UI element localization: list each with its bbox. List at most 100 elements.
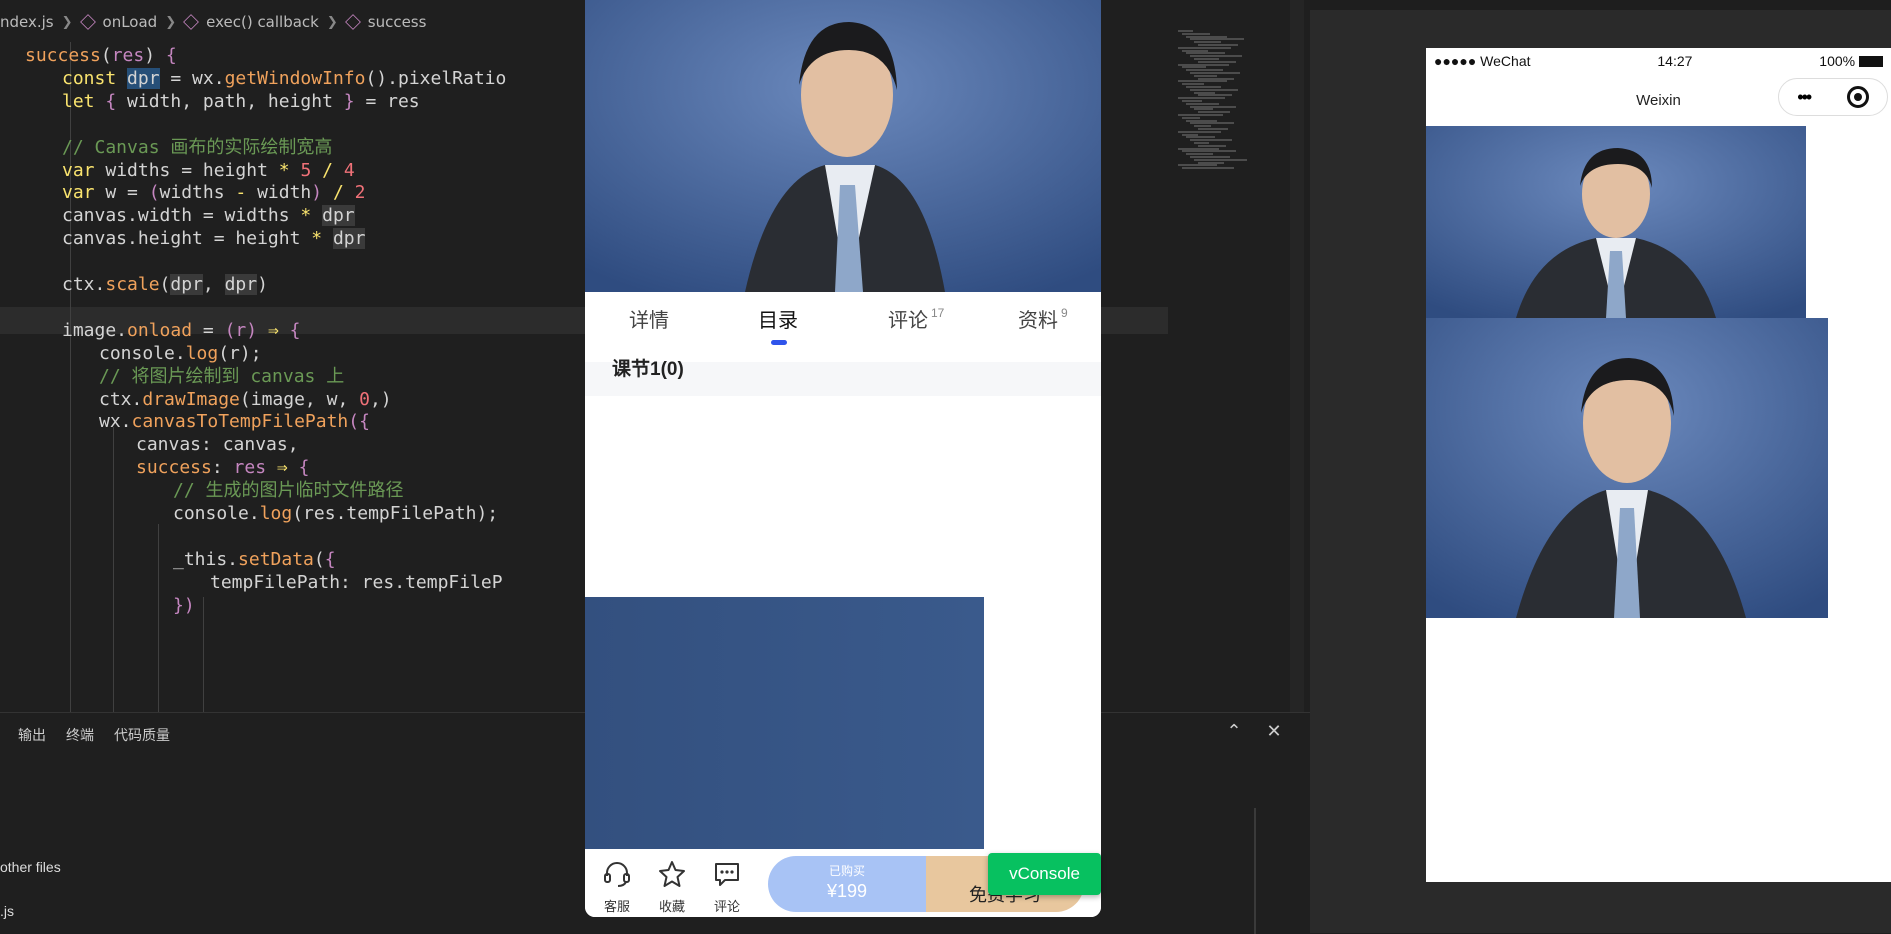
- minimap-line: [1194, 74, 1217, 77]
- minimap-line: [1178, 97, 1225, 100]
- portrait-image: [1426, 126, 1806, 318]
- minimap-line: [1198, 144, 1226, 147]
- purchased-button[interactable]: 已购买 ¥199: [768, 856, 926, 912]
- minimap-line: [1186, 69, 1223, 72]
- battery-text: 100%: [1819, 53, 1883, 69]
- minimap-line: [1186, 52, 1225, 55]
- code-line[interactable]: let { width, path, height } = res: [62, 88, 420, 115]
- minimap-line: [1198, 111, 1230, 114]
- tab-catalog[interactable]: 目录: [758, 304, 798, 333]
- tab-details[interactable]: 详情: [629, 304, 669, 333]
- generated-image: [1426, 318, 1828, 618]
- close-miniprogram-icon[interactable]: [1846, 86, 1869, 108]
- code-line[interactable]: }): [173, 592, 195, 619]
- minimap-line: [1178, 147, 1219, 150]
- status-bar: ●●●●● WeChat 14:27 100%: [1426, 48, 1891, 74]
- chevron-right-icon: ❯: [165, 14, 177, 30]
- minimap-line: [1198, 44, 1238, 46]
- breadcrumb-onload[interactable]: onLoad: [103, 13, 158, 31]
- minimap-line: [1178, 46, 1231, 49]
- code-line[interactable]: ctx.scale(dpr, dpr): [62, 271, 268, 298]
- section-header: 课节1(0): [585, 359, 1101, 396]
- chevron-right-icon: ❯: [326, 14, 338, 30]
- minimap[interactable]: [1170, 30, 1290, 180]
- tab-terminal[interactable]: 终端: [66, 725, 94, 745]
- phone-simulator[interactable]: ●●●●● WeChat 14:27 100% Weixin •••: [1426, 48, 1891, 882]
- minimap-line: [1182, 133, 1198, 136]
- minimap-line: [1198, 161, 1224, 164]
- signal-text: ●●●●● WeChat: [1434, 53, 1531, 69]
- indent-guide: [203, 597, 204, 717]
- close-icon[interactable]: ✕: [1262, 721, 1286, 742]
- favorite-button[interactable]: 收藏: [650, 859, 694, 915]
- service-button[interactable]: 客服: [595, 859, 639, 915]
- purchased-label: 已购买: [828, 864, 865, 878]
- minimap-line: [1190, 38, 1244, 41]
- code-line[interactable]: console.log(res.tempFilePath);: [173, 500, 498, 527]
- minimap-line: [1178, 130, 1221, 133]
- minimap-line: [1182, 49, 1208, 52]
- minimap-line: [1190, 88, 1238, 91]
- more-icon[interactable]: •••: [1797, 87, 1812, 108]
- capsule-menu[interactable]: •••: [1778, 78, 1888, 116]
- comment-icon: [715, 863, 739, 886]
- minimap-line: [1186, 86, 1221, 88]
- method-icon: [344, 14, 361, 30]
- tab-output[interactable]: 输出: [18, 725, 46, 745]
- minimap-line: [1186, 153, 1213, 156]
- price-label: ¥199: [826, 881, 868, 901]
- minimap-line: [1186, 119, 1217, 122]
- code-line[interactable]: canvas.height = height * dpr: [62, 225, 366, 252]
- tab-code-quality[interactable]: 代码质量: [114, 725, 170, 745]
- breadcrumb-success[interactable]: success: [368, 13, 427, 31]
- battery-icon: [1859, 56, 1883, 67]
- minimap-line: [1186, 136, 1215, 139]
- panel-tabs: 输出 终端 代码质量: [18, 725, 170, 745]
- tab-materials[interactable]: 资料 9: [1018, 304, 1068, 333]
- minimap-line: [1190, 72, 1240, 74]
- canvas-preview: [585, 597, 984, 849]
- minimap-line: [1186, 35, 1227, 38]
- vconsole-button[interactable]: vConsole: [988, 853, 1101, 895]
- chevron-up-icon[interactable]: ⌃: [1222, 721, 1246, 742]
- code-line[interactable]: tempFilePath: res.tempFileP: [210, 569, 503, 596]
- minimap-line: [1198, 60, 1236, 63]
- tab-comments[interactable]: 评论 17: [888, 304, 944, 333]
- editor-scrollbar[interactable]: [1290, 0, 1304, 720]
- method-icon: [183, 14, 200, 30]
- minimap-line: [1194, 142, 1209, 144]
- original-image: [1426, 126, 1806, 318]
- minimap-line: [1182, 83, 1204, 86]
- minimap-line: [1186, 102, 1219, 105]
- simulator-topbar: [1310, 0, 1891, 10]
- minimap-line: [1190, 156, 1230, 158]
- minimap-line: [1190, 105, 1236, 108]
- comments-count-badge: 17: [931, 306, 945, 320]
- minimap-line: [1190, 122, 1234, 125]
- indent-guide: [113, 427, 114, 727]
- breadcrumb: ndex.js ❯ onLoad ❯ exec() callback ❯ suc…: [0, 10, 426, 34]
- course-tabs: 详情 目录 评论 17 资料 9: [585, 292, 1101, 362]
- minimap-line: [1178, 80, 1227, 83]
- minimap-line: [1190, 55, 1242, 58]
- minimap-line: [1194, 58, 1219, 60]
- indent-guide: [158, 524, 159, 724]
- minimap-line: [1182, 167, 1234, 170]
- status-time: 14:27: [1657, 53, 1693, 69]
- panel-item[interactable]: other files: [0, 859, 61, 875]
- minimap-line: [1194, 41, 1221, 44]
- minimap-line: [1194, 108, 1213, 111]
- breadcrumb-callback[interactable]: exec() callback: [206, 13, 319, 31]
- panel-item[interactable]: .js: [0, 903, 14, 919]
- breadcrumb-file[interactable]: ndex.js: [0, 13, 54, 31]
- section-title: 课节1(0): [612, 359, 684, 380]
- minimap-line: [1178, 30, 1193, 32]
- materials-count-badge: 9: [1061, 306, 1068, 320]
- minimap-line: [1182, 100, 1202, 102]
- chevron-right-icon: ❯: [61, 14, 73, 30]
- comment-button[interactable]: 评论: [705, 859, 749, 915]
- minimap-line: [1182, 150, 1236, 153]
- headset-icon: [604, 862, 630, 887]
- miniprogram-window[interactable]: 详情 目录 评论 17 资料 9 课节1(0) 客服 收藏 评论 已购买 ¥199 …: [585, 0, 1101, 917]
- portrait-image: [585, 0, 1101, 292]
